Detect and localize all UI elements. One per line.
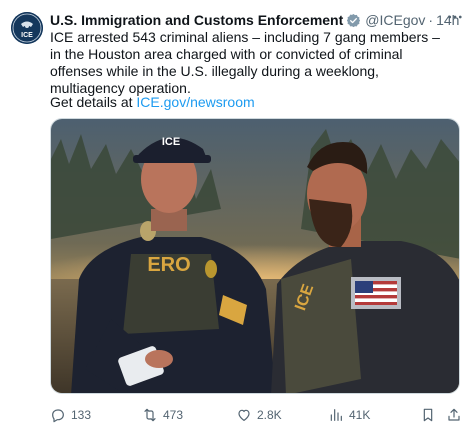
bookmark-button[interactable] (420, 405, 436, 425)
like-button[interactable]: 2.8K (236, 405, 282, 425)
tweet-header: U.S. Immigration and Customs Enforcement… (50, 10, 466, 30)
more-options-icon[interactable] (446, 8, 464, 26)
author-name[interactable]: U.S. Immigration and Customs Enforcement (50, 12, 343, 28)
vest-text-ero: ERO (147, 254, 190, 276)
repost-icon (144, 408, 156, 422)
repost-button[interactable]: 473 (142, 405, 183, 425)
reply-count: 133 (71, 408, 92, 422)
tweet[interactable]: ICE U.S. Immigration and Customs Enforce… (0, 0, 474, 433)
reply-button[interactable]: 133 (50, 405, 91, 425)
avatar[interactable]: ICE (11, 12, 43, 44)
share-button[interactable] (446, 405, 462, 425)
ice-seal-icon: ICE (11, 12, 43, 44)
cap-text-ice: ICE (162, 136, 180, 148)
bookmark-icon (423, 408, 433, 422)
reply-icon (52, 409, 64, 423)
tweet-text: ICE arrested 543 criminal aliens – inclu… (50, 29, 440, 96)
author-handle[interactable]: @ICEgov (365, 12, 425, 28)
us-flag-patch-icon (355, 281, 397, 305)
like-count: 2.8K (257, 408, 282, 422)
tweet-photo[interactable]: ERO ICE ICE (50, 118, 460, 394)
heart-icon (238, 409, 250, 421)
verified-badge-icon[interactable] (346, 13, 361, 28)
avatar-text: ICE (21, 32, 33, 39)
repost-count: 473 (163, 408, 184, 422)
header-separator: · (428, 12, 434, 28)
share-icon (448, 408, 460, 421)
tweet-details-line: Get details at ICE.gov/newsroom (50, 94, 255, 111)
views-chart-icon (330, 409, 342, 421)
newsroom-link[interactable]: ICE.gov/newsroom (136, 94, 254, 110)
views-button[interactable]: 41K (328, 405, 370, 425)
views-count: 41K (349, 408, 371, 422)
tweet-actions: 133 473 2.8K 41K (50, 405, 460, 425)
details-prefix: Get details at (50, 94, 137, 110)
